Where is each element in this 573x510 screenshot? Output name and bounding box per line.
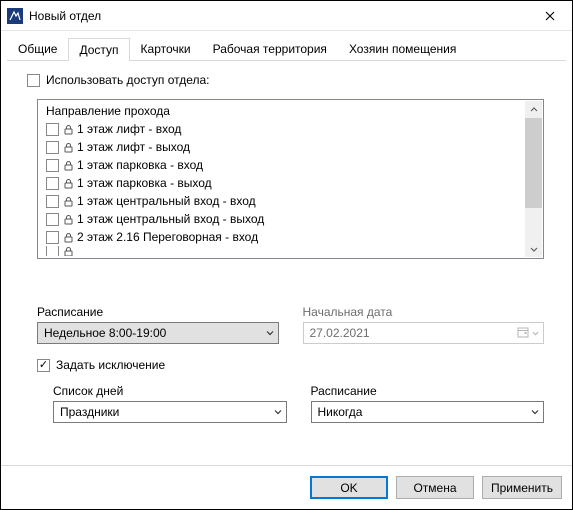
item-checkbox[interactable]: [46, 177, 59, 190]
exc-schedule-label: Расписание: [311, 384, 545, 398]
scroll-track[interactable]: [525, 118, 542, 240]
item-label: 2 этаж 2.16 Переговорная - вход: [77, 230, 258, 244]
app-icon: [7, 8, 23, 24]
use-dept-access-row: Использовать доступ отдела:: [27, 73, 552, 87]
exception-label: Задать исключение: [56, 358, 165, 372]
scrollbar[interactable]: [525, 101, 542, 257]
schedule-value: Недельное 8:00-19:00: [44, 326, 166, 340]
lock-icon: [62, 213, 74, 225]
start-date-label: Начальная дата: [303, 305, 545, 319]
start-date-value: 27.02.2021: [310, 326, 370, 340]
calendar-icon: [517, 326, 529, 341]
lock-icon: [62, 159, 74, 171]
list-item[interactable]: 2 этаж 2.16 Переговорная - вход: [42, 228, 539, 246]
schedule-label: Расписание: [37, 305, 279, 319]
tab-strip: Общие Доступ Карточки Рабочая территория…: [1, 31, 572, 60]
passage-listbox-wrap: Направление прохода 1 этаж лифт - вход 1…: [37, 99, 544, 259]
window-title: Новый отдел: [29, 9, 530, 23]
item-label: 1 этаж центральный вход - вход: [77, 194, 256, 208]
list-item[interactable]: 1 этаж лифт - вход: [42, 120, 539, 138]
lock-icon: [62, 231, 74, 243]
tab-general[interactable]: Общие: [7, 37, 68, 60]
list-item[interactable]: [42, 246, 539, 256]
scroll-up-button[interactable]: [525, 101, 542, 118]
item-label: 1 этаж лифт - вход: [77, 122, 181, 136]
schedule-row: Расписание Недельное 8:00-19:00 Начальна…: [37, 305, 544, 344]
tab-room-owner[interactable]: Хозяин помещения: [338, 37, 467, 60]
list-item[interactable]: 1 этаж парковка - вход: [42, 156, 539, 174]
lock-icon: [62, 177, 74, 189]
list-item[interactable]: 1 этаж парковка - выход: [42, 174, 539, 192]
dialog-footer: OK Отмена Применить: [1, 465, 572, 509]
chevron-down-icon: [532, 326, 539, 340]
exception-grid: Список дней Праздники Расписание Никогда: [53, 384, 544, 423]
titlebar: Новый отдел: [1, 1, 572, 31]
tab-access[interactable]: Доступ: [68, 38, 129, 61]
close-button[interactable]: [530, 2, 570, 30]
passage-listbox[interactable]: Направление прохода 1 этаж лифт - вход 1…: [37, 99, 544, 259]
scroll-down-button[interactable]: [525, 240, 542, 257]
list-item[interactable]: 1 этаж центральный вход - вход: [42, 192, 539, 210]
list-item[interactable]: 1 этаж центральный вход - выход: [42, 210, 539, 228]
list-item[interactable]: 1 этаж лифт - выход: [42, 138, 539, 156]
apply-button[interactable]: Применить: [482, 476, 562, 499]
item-checkbox[interactable]: [46, 195, 59, 208]
use-dept-access-label: Использовать доступ отдела:: [46, 73, 210, 87]
tab-body: Использовать доступ отдела: Направление …: [1, 61, 572, 465]
lock-icon: [62, 141, 74, 153]
tab-work-area[interactable]: Рабочая территория: [202, 37, 338, 60]
item-label: 1 этаж центральный вход - выход: [77, 212, 264, 226]
days-list-label: Список дней: [53, 384, 287, 398]
passage-header: Направление прохода: [38, 100, 543, 120]
chevron-down-icon: [266, 326, 274, 340]
item-label: 1 этаж парковка - вход: [77, 158, 203, 172]
lock-icon: [62, 195, 74, 207]
item-checkbox[interactable]: [46, 123, 59, 136]
ok-button[interactable]: OK: [310, 476, 388, 499]
cancel-button[interactable]: Отмена: [396, 476, 474, 499]
item-checkbox[interactable]: [46, 141, 59, 154]
close-icon: [545, 11, 555, 21]
item-checkbox[interactable]: [46, 246, 59, 256]
exc-schedule-value: Никогда: [318, 405, 363, 419]
tab-cards[interactable]: Карточки: [130, 37, 202, 60]
scroll-thumb[interactable]: [525, 118, 542, 208]
exception-checkbox[interactable]: [37, 359, 50, 372]
dialog-window: Новый отдел Общие Доступ Карточки Рабоча…: [0, 0, 573, 510]
passage-items: 1 этаж лифт - вход 1 этаж лифт - выход 1…: [38, 120, 543, 258]
item-checkbox[interactable]: [46, 159, 59, 172]
chevron-down-icon: [531, 405, 539, 419]
exc-schedule-combo[interactable]: Никогда: [311, 401, 545, 423]
item-label: 1 этаж парковка - выход: [77, 176, 212, 190]
item-label: 1 этаж лифт - выход: [77, 140, 190, 154]
lock-icon: [62, 246, 74, 256]
use-dept-access-checkbox[interactable]: [27, 74, 40, 87]
days-list-combo[interactable]: Праздники: [53, 401, 287, 423]
exception-row: Задать исключение: [37, 358, 552, 372]
days-list-value: Праздники: [60, 405, 119, 419]
schedule-combo[interactable]: Недельное 8:00-19:00: [37, 322, 279, 344]
lock-icon: [62, 123, 74, 135]
start-date-picker[interactable]: 27.02.2021: [303, 322, 545, 344]
item-checkbox[interactable]: [46, 231, 59, 244]
chevron-down-icon: [274, 405, 282, 419]
item-checkbox[interactable]: [46, 213, 59, 226]
